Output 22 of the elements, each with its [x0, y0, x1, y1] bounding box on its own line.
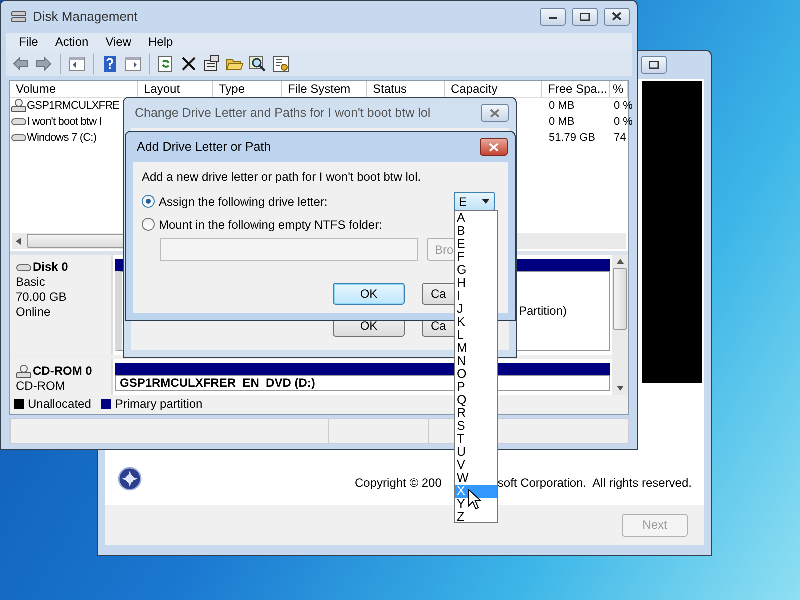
dialog-title: Add Drive Letter or Path — [137, 140, 272, 154]
partition-label: GSP1RMCULXFRER_EN_DVD (D:) — [120, 376, 316, 390]
table-cell-text: 0 % — [613, 116, 633, 128]
disk-info-text: Online — [16, 305, 52, 320]
window-title: Disk Management — [33, 9, 138, 24]
disk-name: Disk 0 — [16, 260, 111, 276]
disk-info-text: CD-ROM — [16, 379, 66, 394]
prompt-text: Add a new drive letter or path for I won't boot btw lol. — [142, 170, 422, 184]
legend-label: Unallocated — [28, 396, 92, 411]
disk-info-text: Basic — [16, 275, 46, 290]
table-cell-text: 0 MB — [548, 116, 576, 128]
table-cell-text: 0 % — [613, 100, 633, 112]
legend-label: Primary partition — [115, 396, 203, 411]
dialog-title: Change Drive Letter and Paths for I won't boot btw lol — [135, 106, 431, 120]
copyright-text: soft Corporation. All rights reserved. — [498, 476, 692, 490]
disk-name: CD-ROM 0 — [16, 364, 111, 380]
table-cell-text: 0 MB — [548, 100, 576, 112]
table-cell-text: 74 — [613, 132, 628, 144]
copyright-text: Copyright © 200 — [355, 476, 442, 490]
disk-info-text: 70.00 GB — [16, 290, 68, 306]
table-cell-text: 51.79 GB — [548, 132, 596, 144]
partition-label: Partition) — [518, 304, 567, 318]
